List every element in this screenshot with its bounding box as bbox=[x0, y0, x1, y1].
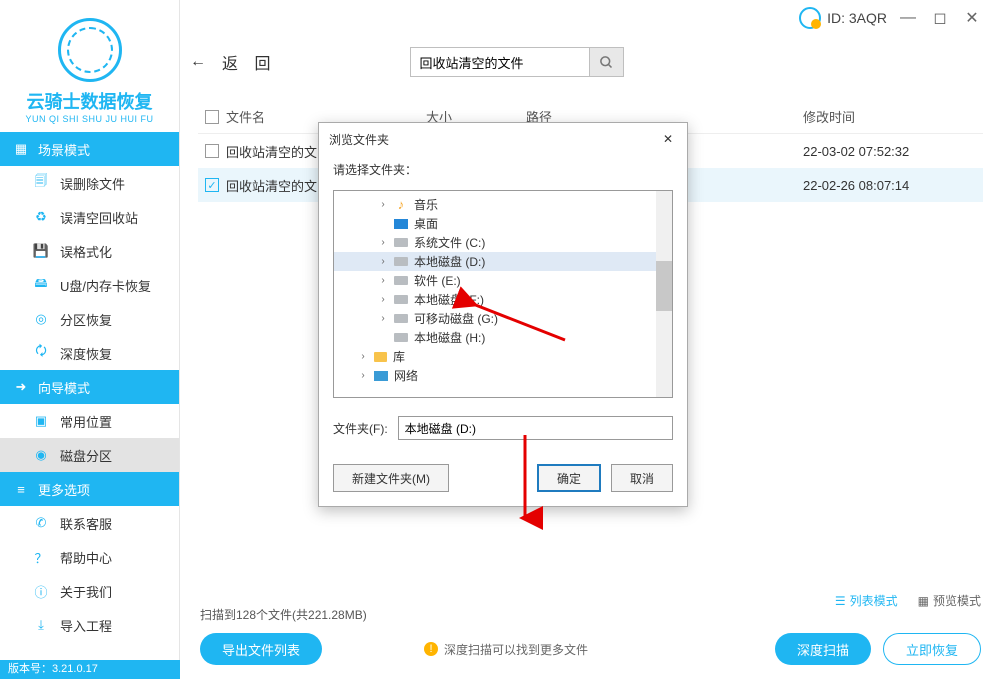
drive-icon bbox=[394, 295, 408, 304]
dialog-overlay: 浏览文件夹 ✕ 请选择文件夹： ›♪音乐 桌面 ›系统文件 (C:) ›本地磁盘… bbox=[0, 0, 993, 679]
tree-label: 音乐 bbox=[414, 196, 438, 213]
new-folder-button[interactable]: 新建文件夹(M) bbox=[333, 464, 449, 492]
tree-label: 可移动磁盘 (G:) bbox=[414, 310, 498, 327]
tree-item-drive-g[interactable]: ›可移动磁盘 (G:) bbox=[334, 309, 672, 328]
tree-label: 网络 bbox=[394, 367, 418, 384]
drive-icon bbox=[394, 238, 408, 247]
dialog-prompt: 请选择文件夹： bbox=[333, 161, 673, 178]
tree-item-library[interactable]: ›库 bbox=[334, 347, 672, 366]
library-icon bbox=[374, 352, 387, 362]
tree-label: 本地磁盘 (F:) bbox=[414, 291, 484, 308]
drive-icon bbox=[394, 257, 408, 266]
scrollbar-thumb[interactable] bbox=[656, 261, 672, 311]
folder-path-input[interactable] bbox=[398, 416, 673, 440]
desktop-icon bbox=[394, 219, 408, 229]
tree-label: 本地磁盘 (D:) bbox=[414, 253, 485, 270]
tree-item-desktop[interactable]: 桌面 bbox=[334, 214, 672, 233]
tree-item-drive-c[interactable]: ›系统文件 (C:) bbox=[334, 233, 672, 252]
tree-label: 软件 (E:) bbox=[414, 272, 461, 289]
tree-label: 桌面 bbox=[414, 215, 438, 232]
tree-item-drive-d[interactable]: ›本地磁盘 (D:) bbox=[334, 252, 672, 271]
tree-item-network[interactable]: ›网络 bbox=[334, 366, 672, 385]
tree-item-drive-e[interactable]: ›软件 (E:) bbox=[334, 271, 672, 290]
music-icon: ♪ bbox=[394, 199, 408, 211]
tree-item-drive-h[interactable]: 本地磁盘 (H:) bbox=[334, 328, 672, 347]
tree-item-drive-f[interactable]: ›本地磁盘 (F:) bbox=[334, 290, 672, 309]
drive-icon bbox=[394, 314, 408, 323]
dialog-titlebar: 浏览文件夹 ✕ bbox=[319, 123, 687, 155]
tree-label: 本地磁盘 (H:) bbox=[414, 329, 485, 346]
tree-label: 库 bbox=[393, 348, 405, 365]
folder-field-label: 文件夹(F): bbox=[333, 420, 388, 437]
folder-tree: ›♪音乐 桌面 ›系统文件 (C:) ›本地磁盘 (D:) ›软件 (E:) ›… bbox=[333, 190, 673, 398]
drive-icon bbox=[394, 333, 408, 342]
tree-scrollbar[interactable] bbox=[656, 191, 672, 397]
tree-item-music[interactable]: ›♪音乐 bbox=[334, 195, 672, 214]
cancel-button[interactable]: 取消 bbox=[611, 464, 673, 492]
browse-folder-dialog: 浏览文件夹 ✕ 请选择文件夹： ›♪音乐 桌面 ›系统文件 (C:) ›本地磁盘… bbox=[318, 122, 688, 507]
drive-icon bbox=[394, 276, 408, 285]
tree-label: 系统文件 (C:) bbox=[414, 234, 485, 251]
ok-button[interactable]: 确定 bbox=[537, 464, 601, 492]
network-icon bbox=[374, 371, 388, 381]
dialog-close-button[interactable]: ✕ bbox=[659, 130, 677, 148]
dialog-title: 浏览文件夹 bbox=[329, 131, 389, 148]
